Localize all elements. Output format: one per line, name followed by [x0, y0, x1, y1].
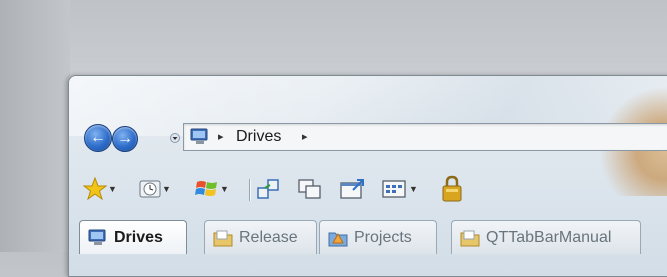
recent-pages-dropdown-icon[interactable] [170, 133, 180, 143]
dropdown-arrow-icon: ▼ [162, 184, 171, 194]
arrow-window-icon [340, 179, 364, 199]
folder-icon [460, 230, 480, 246]
tab-qttabbarmanual[interactable]: QTTabBarManual [451, 220, 641, 254]
qttab-toolbar: ▼ ▼ ▼ ▼ [69, 171, 667, 207]
breadcrumb-separator-icon[interactable]: ▸ [218, 130, 224, 143]
tab-label: Drives [114, 228, 163, 246]
favorites-button[interactable]: ▼ [83, 175, 117, 203]
explorer-window: ← → ▸ Drives ▸ ▼ ▼ ▼ ▼ Drives Release Pr… [68, 75, 667, 277]
computer-icon [88, 229, 106, 245]
tab-label: Projects [354, 228, 412, 246]
back-button[interactable]: ← [84, 124, 112, 152]
breadcrumb-drives[interactable]: Drives [236, 128, 281, 146]
clone-window-button[interactable] [297, 175, 323, 203]
forward-button[interactable]: → [112, 126, 138, 152]
open-new-window-button[interactable] [339, 175, 367, 203]
dropdown-arrow-icon: ▼ [409, 184, 418, 194]
forward-arrow-icon: → [117, 130, 133, 147]
lock-tab-button[interactable] [441, 175, 463, 203]
tab-projects[interactable]: Projects [319, 220, 437, 254]
projects-folder-icon [328, 232, 348, 246]
address-bar[interactable]: ▸ Drives ▸ [183, 123, 667, 151]
tab-drives[interactable]: Drives [79, 220, 187, 254]
lock-icon [442, 175, 462, 202]
favorites-star-icon [83, 177, 107, 201]
grid-window-icon [382, 180, 406, 198]
dropdown-arrow-icon: ▼ [220, 184, 229, 194]
view-layout-button[interactable]: ▼ [382, 175, 418, 203]
tab-release[interactable]: Release [204, 220, 317, 254]
recent-tabs-button[interactable]: ▼ [139, 175, 171, 203]
application-launcher-button[interactable]: ▼ [195, 175, 229, 203]
computer-icon [190, 128, 208, 144]
tab-label: QTTabBarManual [486, 228, 612, 246]
windows-icon [298, 179, 321, 199]
dropdown-arrow-icon: ▼ [108, 184, 117, 194]
network-view-button[interactable] [256, 175, 280, 203]
tab-label: Release [239, 228, 298, 246]
back-arrow-icon: ← [90, 129, 106, 146]
clock-icon [139, 180, 161, 198]
breadcrumb-separator-icon[interactable]: ▸ [302, 130, 308, 143]
network-icon [257, 179, 279, 199]
desktop-background [0, 0, 70, 252]
folder-icon [213, 230, 233, 246]
toolbar-separator [249, 179, 250, 201]
windows-flag-icon [195, 181, 217, 196]
